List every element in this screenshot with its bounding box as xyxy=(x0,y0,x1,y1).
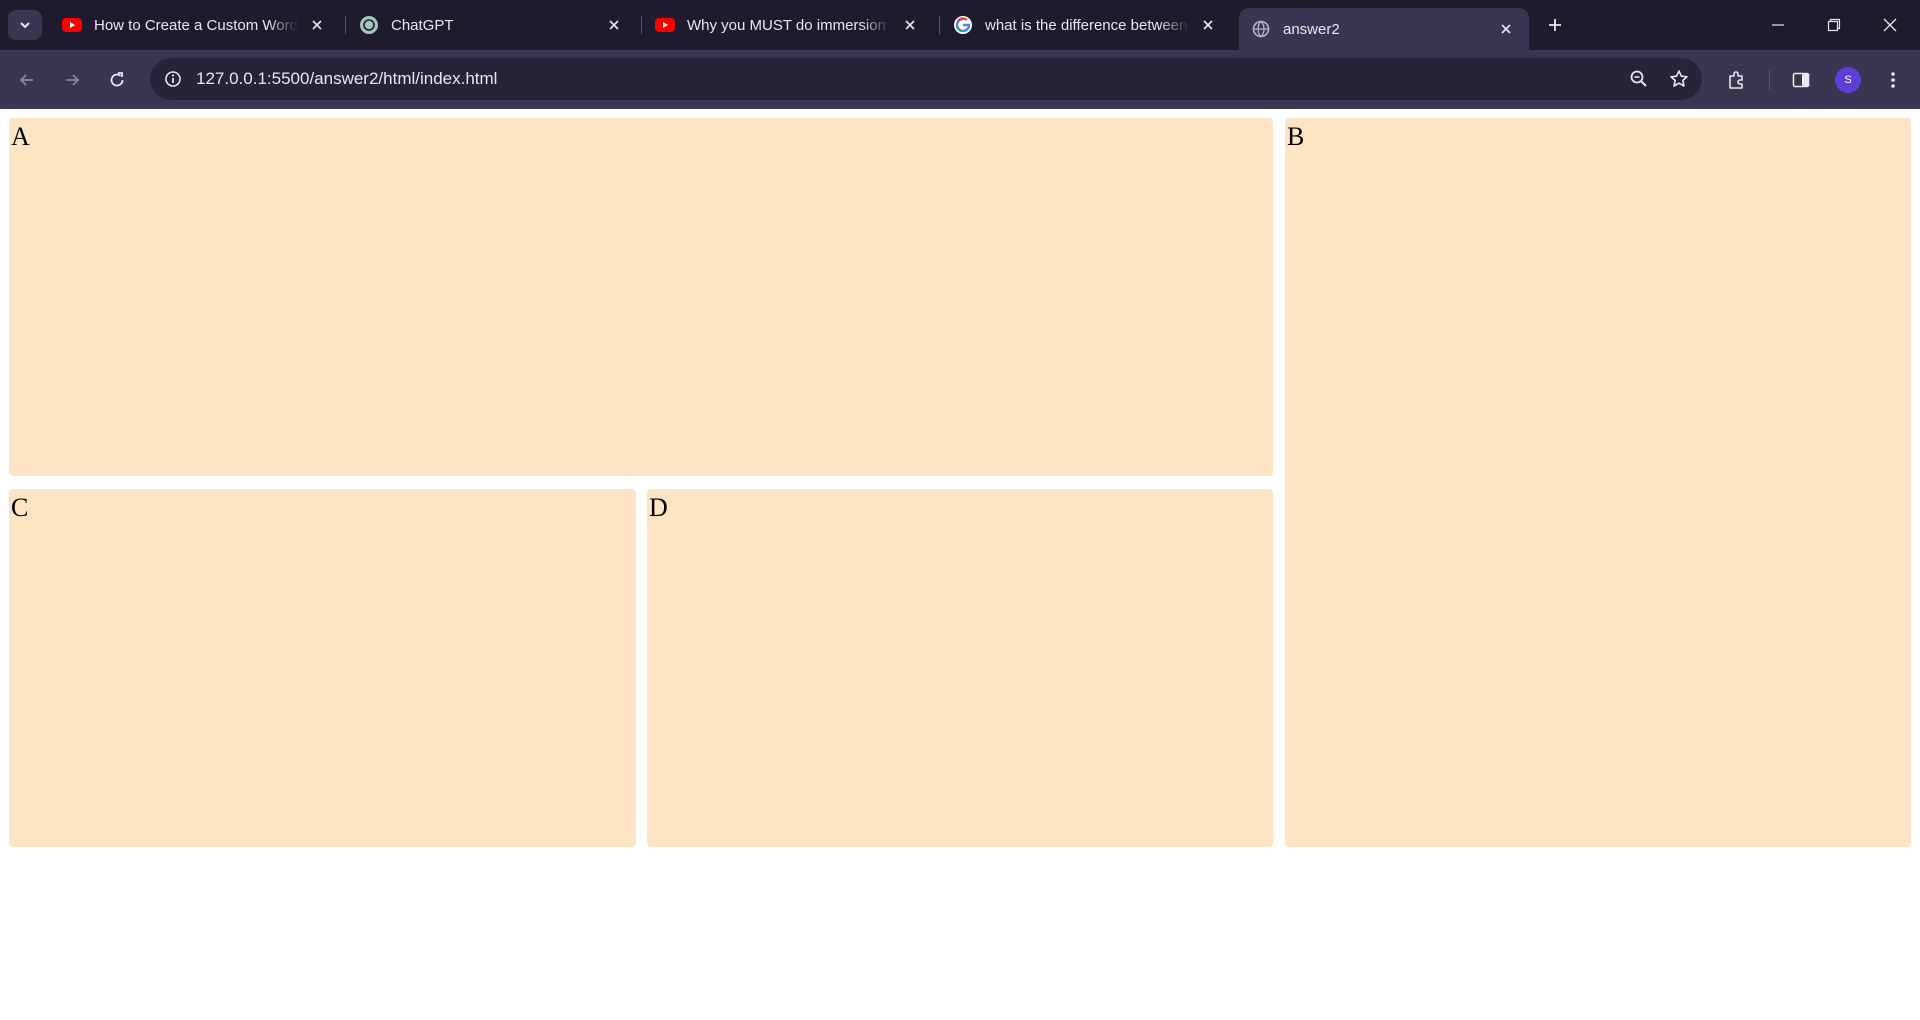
address-bar[interactable]: 127.0.0.1:5500/answer2/html/index.html xyxy=(150,58,1702,100)
more-vertical-icon xyxy=(1891,72,1895,88)
tab-google-search[interactable]: what is the difference between p xyxy=(941,8,1231,42)
minimize-button[interactable] xyxy=(1750,0,1806,50)
grid-box-a: A xyxy=(9,118,1273,476)
restore-icon xyxy=(1827,18,1841,32)
close-tab-icon[interactable] xyxy=(306,14,328,36)
bookmark-star-icon[interactable] xyxy=(1662,62,1696,96)
puzzle-icon xyxy=(1729,71,1743,89)
reload-icon xyxy=(110,72,124,87)
url-text[interactable]: 127.0.0.1:5500/answer2/html/index.html xyxy=(196,69,1622,89)
browser-menu-button[interactable] xyxy=(1878,65,1908,95)
tab-strip: How to Create a Custom WordPress ChatGPT… xyxy=(0,0,1920,50)
close-tab-icon[interactable] xyxy=(1495,18,1517,40)
browser-toolbar: 127.0.0.1:5500/answer2/html/index.html S xyxy=(0,50,1920,109)
side-panel-icon xyxy=(1792,72,1810,88)
restore-button[interactable] xyxy=(1806,0,1862,50)
page-content: A B C D xyxy=(0,109,1920,1020)
box-label: C xyxy=(11,493,29,522)
chevron-down-icon xyxy=(20,22,30,29)
arrow-left-icon xyxy=(19,74,33,86)
close-tab-icon[interactable] xyxy=(603,14,625,36)
tab-answer2[interactable]: answer2 xyxy=(1239,8,1529,50)
tab-title: Why you MUST do immersion in xyxy=(687,16,891,34)
google-icon xyxy=(953,15,973,35)
tab-separator xyxy=(939,16,940,34)
toolbar-separator xyxy=(1769,70,1770,90)
tab-search-button[interactable] xyxy=(8,10,42,40)
arrow-right-icon xyxy=(66,74,80,86)
close-icon xyxy=(1883,18,1897,32)
tab-title: what is the difference between p xyxy=(985,16,1189,34)
site-info-icon[interactable] xyxy=(160,66,186,92)
tab-separator xyxy=(345,16,346,34)
close-tab-icon[interactable] xyxy=(1197,14,1219,36)
new-tab-button[interactable] xyxy=(1541,11,1569,39)
minimize-icon xyxy=(1772,24,1784,26)
plus-icon xyxy=(1549,19,1561,31)
tab-youtube-wordpress[interactable]: How to Create a Custom WordPress xyxy=(50,8,340,42)
profile-avatar[interactable]: S xyxy=(1835,67,1861,93)
tab-title: How to Create a Custom WordPress xyxy=(94,16,298,34)
box-label: B xyxy=(1287,122,1305,151)
grid-box-c: C xyxy=(9,489,636,847)
box-label: A xyxy=(11,122,30,151)
chatgpt-icon xyxy=(359,15,379,35)
youtube-icon xyxy=(62,15,82,35)
reload-button[interactable] xyxy=(102,65,132,95)
tab-title: answer2 xyxy=(1283,20,1340,38)
youtube-icon xyxy=(655,15,675,35)
box-label: D xyxy=(649,493,668,522)
zoom-icon[interactable] xyxy=(1622,62,1656,96)
forward-button[interactable] xyxy=(57,65,87,95)
tab-title: ChatGPT xyxy=(391,16,454,34)
extensions-button[interactable] xyxy=(1721,65,1751,95)
back-button[interactable] xyxy=(12,65,42,95)
side-panel-button[interactable] xyxy=(1786,65,1816,95)
tab-youtube-immersion[interactable]: Why you MUST do immersion in xyxy=(643,8,933,42)
close-window-button[interactable] xyxy=(1862,0,1918,50)
tab-chatgpt[interactable]: ChatGPT xyxy=(347,8,637,42)
grid-box-b: B xyxy=(1285,118,1911,847)
grid-box-d: D xyxy=(647,489,1273,847)
globe-icon xyxy=(1251,19,1271,39)
tab-separator xyxy=(641,16,642,34)
close-tab-icon[interactable] xyxy=(899,14,921,36)
